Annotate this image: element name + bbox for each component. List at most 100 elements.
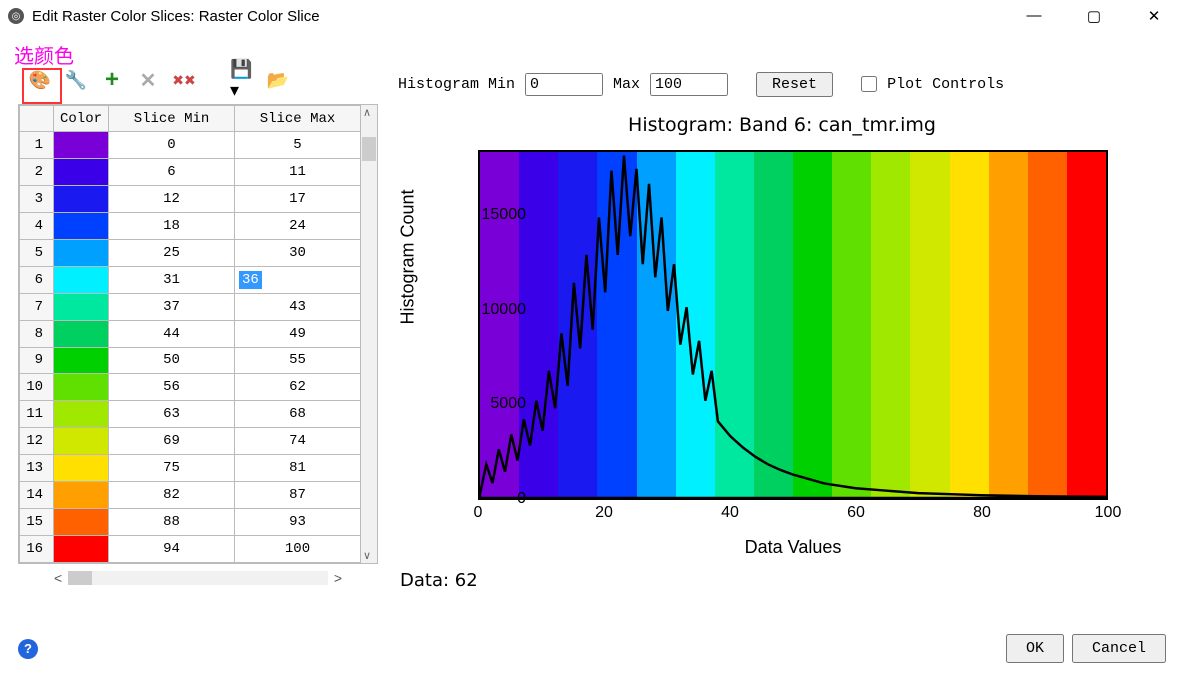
cell-min[interactable]: 31 bbox=[109, 266, 235, 293]
cell-max[interactable]: 24 bbox=[235, 212, 361, 239]
cancel-button[interactable]: Cancel bbox=[1072, 634, 1166, 663]
xtick: 100 bbox=[1088, 504, 1128, 522]
cell-min[interactable]: 18 bbox=[109, 212, 235, 239]
table-row[interactable]: 63136 bbox=[20, 266, 361, 293]
cell-min[interactable]: 63 bbox=[109, 401, 235, 428]
color-swatch[interactable] bbox=[54, 132, 109, 159]
table-row[interactable]: 84449 bbox=[20, 320, 361, 347]
row-number: 1 bbox=[20, 132, 54, 159]
delete-all-icon[interactable]: ✖✖ bbox=[172, 68, 196, 92]
table-row[interactable]: 1 05 bbox=[20, 132, 361, 159]
chart-title: Histogram: Band 6: can_tmr.img bbox=[398, 114, 1166, 136]
cell-min[interactable]: 50 bbox=[109, 347, 235, 374]
reset-button[interactable]: Reset bbox=[756, 72, 833, 97]
cell-max[interactable]: 62 bbox=[235, 374, 361, 401]
cell-max[interactable]: 55 bbox=[235, 347, 361, 374]
color-swatch[interactable] bbox=[54, 374, 109, 401]
cell-max[interactable]: 100 bbox=[235, 536, 361, 563]
cell-min[interactable]: 6 bbox=[109, 158, 235, 185]
ok-button[interactable]: OK bbox=[1006, 634, 1064, 663]
hist-min-label: Histogram Min bbox=[398, 76, 515, 93]
ylabel: Histogram Count bbox=[398, 189, 419, 324]
xtick: 40 bbox=[710, 504, 750, 522]
cell-max[interactable]: 93 bbox=[235, 509, 361, 536]
close-button[interactable]: ✕ bbox=[1136, 7, 1172, 25]
color-swatch[interactable] bbox=[54, 509, 109, 536]
cell-max[interactable]: 11 bbox=[235, 158, 361, 185]
cell-min[interactable]: 44 bbox=[109, 320, 235, 347]
row-number: 10 bbox=[20, 374, 54, 401]
xtick: 20 bbox=[584, 504, 624, 522]
color-swatch[interactable] bbox=[54, 212, 109, 239]
cell-min[interactable]: 94 bbox=[109, 536, 235, 563]
help-icon[interactable]: ? bbox=[18, 639, 38, 659]
cell-min[interactable]: 56 bbox=[109, 374, 235, 401]
table-row[interactable]: 73743 bbox=[20, 293, 361, 320]
add-icon[interactable]: + bbox=[100, 68, 124, 92]
cell-max-editing[interactable]: 36 bbox=[235, 266, 361, 293]
histogram-chart[interactable]: Histogram: Band 6: can_tmr.img Histogram… bbox=[398, 114, 1166, 564]
cell-max[interactable]: 87 bbox=[235, 482, 361, 509]
table-row[interactable]: 10 5662 bbox=[20, 374, 361, 401]
table-row[interactable]: 137581 bbox=[20, 455, 361, 482]
color-swatch[interactable] bbox=[54, 347, 109, 374]
table-row[interactable]: 15 8893 bbox=[20, 509, 361, 536]
cell-max[interactable]: 49 bbox=[235, 320, 361, 347]
colormap-icon[interactable]: 🔧 bbox=[64, 68, 88, 92]
color-swatch[interactable] bbox=[54, 239, 109, 266]
cell-max[interactable]: 5 bbox=[235, 132, 361, 159]
color-swatch[interactable] bbox=[54, 482, 109, 509]
ytick: 5000 bbox=[466, 395, 526, 413]
cell-max[interactable]: 17 bbox=[235, 185, 361, 212]
color-swatch[interactable] bbox=[54, 536, 109, 563]
cell-min[interactable]: 82 bbox=[109, 482, 235, 509]
hist-max-input[interactable] bbox=[650, 73, 728, 96]
color-swatch[interactable] bbox=[54, 158, 109, 185]
cell-max[interactable]: 81 bbox=[235, 455, 361, 482]
slice-table[interactable]: Color Slice Min Slice Max 10526113121741… bbox=[19, 105, 361, 563]
table-row[interactable]: 52530 bbox=[20, 239, 361, 266]
color-swatch[interactable] bbox=[54, 185, 109, 212]
table-row[interactable]: 126974 bbox=[20, 428, 361, 455]
color-picker-icon[interactable]: 🎨 bbox=[28, 68, 52, 92]
cell-min[interactable]: 75 bbox=[109, 455, 235, 482]
annotation-label: 选颜色 bbox=[14, 40, 74, 69]
color-swatch[interactable] bbox=[54, 293, 109, 320]
hist-min-input[interactable] bbox=[525, 73, 603, 96]
vertical-scrollbar[interactable]: ∧∨ bbox=[361, 105, 377, 563]
save-icon[interactable]: 💾▾ bbox=[230, 68, 254, 92]
table-row[interactable]: 116368 bbox=[20, 401, 361, 428]
open-icon[interactable]: 📂 bbox=[266, 68, 290, 92]
maximize-button[interactable]: ▢ bbox=[1076, 7, 1112, 25]
cell-min[interactable]: 0 bbox=[109, 132, 235, 159]
table-row[interactable]: 2611 bbox=[20, 158, 361, 185]
plot-controls-checkbox[interactable] bbox=[861, 76, 877, 92]
cell-min[interactable]: 69 bbox=[109, 428, 235, 455]
table-row[interactable]: 41824 bbox=[20, 212, 361, 239]
cell-min[interactable]: 37 bbox=[109, 293, 235, 320]
color-swatch[interactable] bbox=[54, 266, 109, 293]
cell-min[interactable]: 12 bbox=[109, 185, 235, 212]
minimize-button[interactable]: — bbox=[1016, 7, 1052, 25]
color-swatch[interactable] bbox=[54, 428, 109, 455]
color-swatch[interactable] bbox=[54, 401, 109, 428]
hist-max-label: Max bbox=[613, 76, 640, 93]
row-number: 15 bbox=[20, 509, 54, 536]
color-swatch[interactable] bbox=[54, 455, 109, 482]
table-row[interactable]: 31217 bbox=[20, 185, 361, 212]
horizontal-scrollbar[interactable]: <> bbox=[18, 570, 378, 586]
delete-icon[interactable]: ✕ bbox=[136, 68, 160, 92]
cell-max[interactable]: 74 bbox=[235, 428, 361, 455]
cell-max[interactable]: 68 bbox=[235, 401, 361, 428]
cell-min[interactable]: 88 bbox=[109, 509, 235, 536]
color-swatch[interactable] bbox=[54, 320, 109, 347]
table-row[interactable]: 9 5055 bbox=[20, 347, 361, 374]
cell-min[interactable]: 25 bbox=[109, 239, 235, 266]
row-number: 9 bbox=[20, 347, 54, 374]
table-row[interactable]: 148287 bbox=[20, 482, 361, 509]
slice-table-panel: Color Slice Min Slice Max 10526113121741… bbox=[18, 104, 378, 591]
table-row[interactable]: 1694100 bbox=[20, 536, 361, 563]
cell-max[interactable]: 30 bbox=[235, 239, 361, 266]
col-color: Color bbox=[54, 106, 109, 132]
cell-max[interactable]: 43 bbox=[235, 293, 361, 320]
